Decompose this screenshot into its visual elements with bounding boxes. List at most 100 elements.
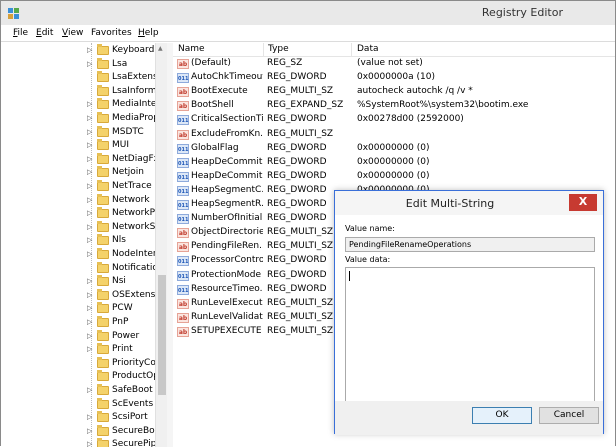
- value-name-cell: (Default): [191, 58, 231, 68]
- column-data-header[interactable]: Data: [357, 44, 379, 56]
- tree-item[interactable]: PriorityCor: [1, 356, 156, 371]
- expand-arrow-icon[interactable]: ▷: [87, 46, 92, 54]
- menu-favorites[interactable]: Favorites: [91, 28, 132, 38]
- tree-item-label: PriorityCor: [112, 357, 156, 368]
- expand-arrow-icon[interactable]: ▷: [87, 304, 92, 312]
- value-row[interactable]: 011 GlobalFlag REG_DWORD 0x00000000 (0): [173, 142, 615, 156]
- expand-arrow-icon[interactable]: ▷: [87, 196, 92, 204]
- expand-arrow-icon[interactable]: ▷: [87, 318, 92, 326]
- column-name-header[interactable]: Name: [178, 44, 205, 56]
- menu-view[interactable]: View: [62, 28, 83, 38]
- expand-arrow-icon[interactable]: ▷: [87, 60, 92, 68]
- tree-item[interactable]: ▷ Keyboard L: [1, 44, 156, 58]
- value-name-field[interactable]: [345, 237, 595, 252]
- tree-item-label: LsaExtensio: [112, 72, 156, 83]
- menu-edit[interactable]: Edit: [36, 28, 53, 38]
- value-type-cell: REG_DWORD: [267, 156, 327, 167]
- expand-arrow-icon[interactable]: ▷: [87, 440, 92, 447]
- value-name-cell: ExcludeFromKn...: [191, 128, 263, 139]
- tree-item[interactable]: ▷ PnP: [1, 316, 155, 330]
- binary-value-icon: 011: [177, 200, 189, 210]
- value-row[interactable]: 011 AutoChkTimeout REG_DWORD 0x0000000a (10…: [173, 71, 615, 85]
- expand-arrow-icon[interactable]: ▷: [87, 223, 92, 231]
- tree-item[interactable]: ▷ MSDTC: [1, 125, 155, 140]
- expand-arrow-icon[interactable]: ▷: [87, 209, 92, 217]
- tree-item[interactable]: LsaExtensio: [1, 71, 156, 85]
- value-name-cell: ObjectDirectories: [191, 227, 263, 238]
- expand-arrow-icon[interactable]: ▷: [87, 291, 92, 299]
- value-data-textarea[interactable]: [345, 267, 595, 418]
- expand-arrow-icon[interactable]: ▷: [87, 345, 92, 353]
- tree-item[interactable]: ▷ NetworkSe: [1, 220, 156, 235]
- expand-arrow-icon[interactable]: ▷: [87, 413, 92, 421]
- tree-item[interactable]: ▷ PCW: [1, 302, 155, 316]
- value-name-cell: GlobalFlag: [191, 142, 239, 153]
- value-row[interactable]: 011CriticalSectionTi... REG_DWORD 0x00278d…: [173, 113, 615, 127]
- value-name-cell: AutoChkTimeout: [191, 72, 263, 83]
- expand-arrow-icon[interactable]: ▷: [87, 332, 92, 340]
- tree-item[interactable]: ▷ NetworkPr: [1, 207, 156, 221]
- column-type-header[interactable]: Type: [268, 44, 289, 56]
- tree-item[interactable]: ▷ Nsi: [1, 275, 155, 289]
- tree-item[interactable]: ▷ Power: [1, 329, 155, 344]
- tree-scroll-thumb[interactable]: [158, 275, 166, 395]
- tree-item[interactable]: ▷ OSExtensio: [1, 288, 156, 303]
- menu-file[interactable]: File: [13, 28, 28, 38]
- tree-item[interactable]: ▷ SafeBoot: [1, 384, 155, 398]
- expand-arrow-icon[interactable]: ▷: [87, 250, 92, 258]
- binary-value-icon: 011: [177, 157, 189, 168]
- tree-item[interactable]: ▷ Lsa: [1, 57, 155, 72]
- menu-help[interactable]: Help: [138, 28, 159, 38]
- expand-arrow-icon[interactable]: ▷: [87, 114, 92, 122]
- tree-item[interactable]: ▷ MediaInter: [1, 98, 156, 112]
- value-row[interactable]: 011 HeapDeCommit... REG_DWORD 0x00000000 (0…: [173, 170, 615, 184]
- dialog-title-bar[interactable]: Edit Multi-String X: [335, 191, 603, 215]
- folder-icon: [97, 84, 109, 96]
- value-name-cell: NumberOfInitial...: [191, 213, 263, 224]
- key-tree[interactable]: ▷ Keyboard L ▷ Lsa LsaExtensio LsaInforma ▷ Med…: [1, 43, 167, 447]
- tree-item[interactable]: ▷ MediaProp: [1, 112, 156, 126]
- folder-icon: [97, 329, 109, 341]
- tree-item[interactable]: ▷ Network: [1, 193, 155, 208]
- value-row[interactable]: ab ExcludeFromKn... REG_MULTI_SZ: [173, 128, 615, 142]
- expand-arrow-icon[interactable]: ▷: [87, 141, 92, 149]
- expand-arrow-icon[interactable]: ▷: [87, 168, 92, 176]
- cancel-button[interactable]: Cancel: [539, 407, 599, 424]
- title-bar[interactable]: Registry Editor: [1, 1, 615, 25]
- close-button[interactable]: X: [569, 194, 597, 211]
- value-type-cell: REG_SZ: [267, 58, 303, 68]
- expand-arrow-icon[interactable]: ▷: [87, 277, 92, 285]
- expand-arrow-icon[interactable]: ▷: [87, 386, 92, 394]
- expand-arrow-icon[interactable]: ▷: [87, 155, 92, 163]
- ok-button[interactable]: OK: [472, 407, 532, 424]
- column-separator[interactable]: [351, 43, 352, 56]
- tree-item[interactable]: ▷ Netjoin: [1, 166, 155, 180]
- expand-arrow-icon[interactable]: ▷: [87, 128, 92, 136]
- value-row[interactable]: ab BootExecute REG_MULTI_SZ autocheck autoc…: [173, 85, 615, 99]
- tree-item[interactable]: ScEvents: [1, 397, 155, 412]
- tree-item[interactable]: Notificatio: [1, 261, 156, 276]
- folder-icon: [97, 57, 109, 69]
- value-row[interactable]: ab (Default) REG_SZ (value not set): [173, 57, 615, 71]
- expand-arrow-icon[interactable]: ▷: [87, 182, 92, 190]
- tree-item[interactable]: ▷ MUI: [1, 139, 155, 153]
- tree-item[interactable]: ▷ Nls: [1, 234, 155, 248]
- expand-arrow-icon[interactable]: ▷: [87, 100, 92, 108]
- tree-scrollbar[interactable]: ▲: [155, 43, 167, 447]
- value-row[interactable]: 011 HeapDeCommit... REG_DWORD 0x00000000 (0…: [173, 156, 615, 170]
- tree-item[interactable]: ▷ ScsiPort: [1, 411, 155, 425]
- value-row[interactable]: ab BootShell REG_EXPAND_SZ %SystemRoot%\sys…: [173, 99, 615, 113]
- tree-item[interactable]: ▷ NetDiagFx: [1, 152, 156, 167]
- column-separator[interactable]: [263, 43, 264, 56]
- scroll-up-icon[interactable]: ▲: [158, 45, 163, 52]
- tree-item[interactable]: ▷ NodeInterf: [1, 248, 156, 262]
- tree-item[interactable]: ▷ SecureBoot: [1, 424, 156, 439]
- tree-item[interactable]: LsaInforma: [1, 84, 156, 99]
- tree-item[interactable]: ▷ Print: [1, 343, 155, 357]
- tree-item[interactable]: ProductOp: [1, 370, 156, 384]
- tree-item-label: Nls: [112, 235, 126, 246]
- tree-item[interactable]: ▷ NetTrace: [1, 180, 155, 194]
- expand-arrow-icon[interactable]: ▷: [87, 427, 92, 435]
- expand-arrow-icon[interactable]: ▷: [87, 236, 92, 244]
- tree-item-label: MediaProp: [112, 113, 156, 123]
